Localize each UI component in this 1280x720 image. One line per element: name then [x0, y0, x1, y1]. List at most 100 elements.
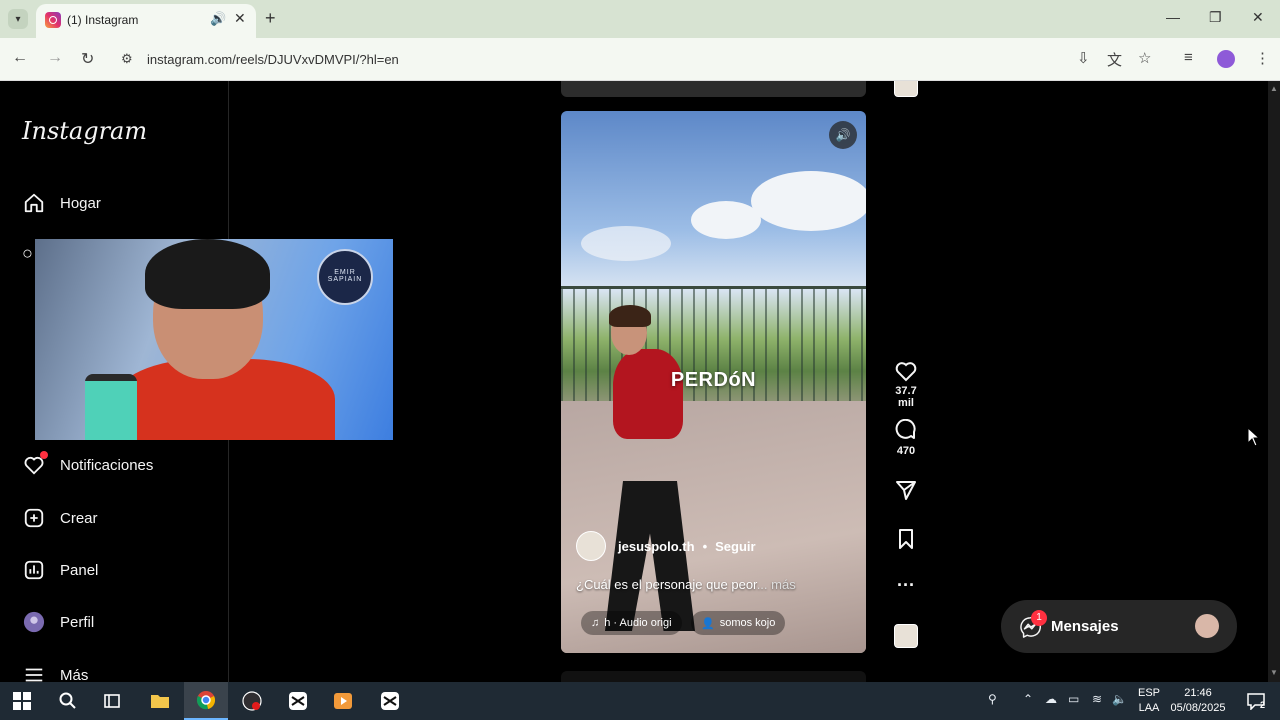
media-player-icon[interactable]: [321, 682, 365, 720]
battery-icon[interactable]: ▭: [1068, 692, 1079, 706]
capcut-icon[interactable]: [276, 682, 320, 720]
chrome-icon[interactable]: [184, 682, 228, 720]
lang-code: ESP: [1137, 687, 1160, 699]
next-reel[interactable]: [561, 671, 866, 682]
install-app-icon[interactable]: ⇩: [1077, 49, 1090, 67]
caption-more-link[interactable]: ... más: [757, 577, 796, 592]
sidebar-item-label: Hogar: [60, 194, 101, 212]
previous-reel[interactable]: [561, 81, 866, 97]
badge-line-2: SAPIAIN: [327, 276, 363, 283]
microphone: [85, 374, 137, 440]
windows-icon: [13, 692, 31, 710]
onedrive-icon[interactable]: ☁: [1045, 692, 1057, 706]
sidebar-item-label: Perfil: [60, 613, 95, 631]
walker-hoodie: [613, 349, 683, 439]
music-note-icon: ♫: [591, 617, 600, 629]
hamburger-icon: [22, 663, 46, 682]
sidebar-item-label: Panel: [60, 561, 99, 579]
sidebar-item-notifications[interactable]: Notificaciones: [22, 451, 153, 479]
sidebar-item-create[interactable]: Crear: [22, 504, 98, 532]
wifi-icon[interactable]: ≋: [1092, 692, 1102, 706]
webcam-overlay: EMIR SAPIAIN: [35, 239, 393, 440]
sidebar-item-label: Crear: [60, 509, 98, 527]
volume-icon[interactable]: 🔊: [829, 121, 857, 149]
like-button[interactable]: 37.7 mil: [886, 359, 926, 409]
sidebar-item-home[interactable]: Hogar: [22, 189, 101, 217]
comment-icon: [895, 419, 916, 439]
translate-icon[interactable]: 文: [1107, 49, 1122, 70]
tray-chevron-icon[interactable]: ⌃: [1023, 692, 1033, 706]
comment-count: 470: [896, 445, 916, 457]
tab-close-icon[interactable]: ✕: [234, 10, 246, 27]
browser-tabbar: ▾ (1) Instagram 🔊 ✕ + — ❐ ✕: [0, 0, 1280, 38]
tagged-user-chip[interactable]: 👤 somos kojo: [691, 611, 786, 635]
forward-button[interactable]: →: [47, 49, 63, 67]
people-icon[interactable]: ⚲: [988, 692, 997, 706]
share-button[interactable]: [886, 478, 926, 502]
sidebar-item-label: Notificaciones: [60, 456, 154, 474]
bookmark-star-icon[interactable]: ☆: [1138, 49, 1151, 67]
close-window-button[interactable]: ✕: [1252, 9, 1264, 26]
notification-dot: [40, 451, 48, 459]
windows-taskbar: ⚲ ⌃ ☁ ▭ ≋ 🔈 ESP LAA 21:46 05/08/2025 2: [0, 682, 1280, 720]
cloud: [581, 226, 671, 261]
minimize-button[interactable]: —: [1166, 9, 1180, 25]
messages-button[interactable]: 1 Mensajes: [1001, 600, 1237, 653]
notification-center-button[interactable]: 2: [1236, 682, 1276, 720]
site-info-icon[interactable]: ⚙: [121, 51, 133, 67]
walker-hair: [609, 305, 651, 327]
author-username[interactable]: jesuspolo.th: [618, 539, 695, 554]
bookmark-icon: [899, 529, 913, 549]
search-icon[interactable]: [46, 682, 90, 720]
plus-square-icon: [22, 506, 46, 530]
profile-avatar[interactable]: [1217, 50, 1235, 68]
message-avatar: [1195, 614, 1219, 638]
comment-button[interactable]: 470: [886, 419, 926, 457]
obs-icon[interactable]: [230, 682, 274, 720]
sidebar-item-profile[interactable]: Perfil: [22, 608, 94, 636]
search-icon[interactable]: ○: [22, 243, 33, 264]
language-indicator[interactable]: ESP LAA: [1136, 686, 1162, 716]
wall-logo-badge: EMIR SAPIAIN: [317, 249, 373, 305]
instagram-logo[interactable]: Instagram: [22, 117, 147, 145]
audio-label: h · Audio origi: [604, 617, 672, 629]
capcut-icon-2[interactable]: [368, 682, 412, 720]
scrollbar[interactable]: [1268, 81, 1280, 682]
separator-dot: •: [702, 538, 708, 554]
tab-search-button[interactable]: ▾: [8, 9, 28, 29]
more-options-icon[interactable]: ···: [886, 575, 926, 596]
file-explorer-icon[interactable]: [138, 682, 182, 720]
reel-video[interactable]: PERDóN 🔊 jesuspolo.th • Seguir ¿Cuál es …: [561, 111, 866, 653]
scroll-down-icon[interactable]: ▼: [1270, 668, 1278, 677]
sidebar-item-more[interactable]: Más: [22, 661, 88, 682]
caption-text: ¿Cuál es el personaje que peor: [576, 577, 757, 592]
save-button[interactable]: [886, 527, 926, 551]
send-icon: [896, 481, 916, 500]
new-tab-button[interactable]: +: [265, 8, 276, 29]
sidebar-item-label: Más: [60, 666, 89, 683]
media-controls-icon[interactable]: ≡: [1184, 49, 1193, 66]
reload-button[interactable]: ↻: [81, 49, 94, 69]
address-bar[interactable]: instagram.com/reels/DJUVxvDMVPI/?hl=en: [147, 52, 399, 67]
back-button[interactable]: ←: [12, 49, 28, 67]
heart-icon: [22, 451, 48, 477]
audio-avatar[interactable]: [894, 624, 918, 648]
instagram-page: Instagram Hogar Notificaciones Crear Pan…: [0, 81, 1268, 682]
audio-chip[interactable]: ♫ h · Audio origi: [581, 611, 682, 635]
lang-layout: LAA: [1138, 702, 1160, 714]
scroll-up-icon[interactable]: ▲: [1270, 84, 1278, 93]
sidebar-item-panel[interactable]: Panel: [22, 556, 98, 584]
follow-button[interactable]: Seguir: [715, 539, 755, 554]
speaker-icon[interactable]: 🔈: [1112, 692, 1127, 706]
more-menu-icon[interactable]: ⋮: [1255, 49, 1270, 67]
streamer-hair: [145, 239, 270, 309]
like-count: 37.7 mil: [895, 385, 917, 409]
speaker-icon[interactable]: 🔊: [210, 11, 226, 27]
task-view-icon[interactable]: [90, 682, 134, 720]
clock[interactable]: 21:46 05/08/2025: [1168, 686, 1228, 716]
start-button[interactable]: [0, 682, 44, 720]
previous-audio-avatar[interactable]: [894, 81, 918, 97]
restore-button[interactable]: ❐: [1209, 9, 1222, 26]
browser-tab[interactable]: (1) Instagram 🔊 ✕: [36, 4, 256, 38]
author-avatar[interactable]: [576, 531, 606, 561]
